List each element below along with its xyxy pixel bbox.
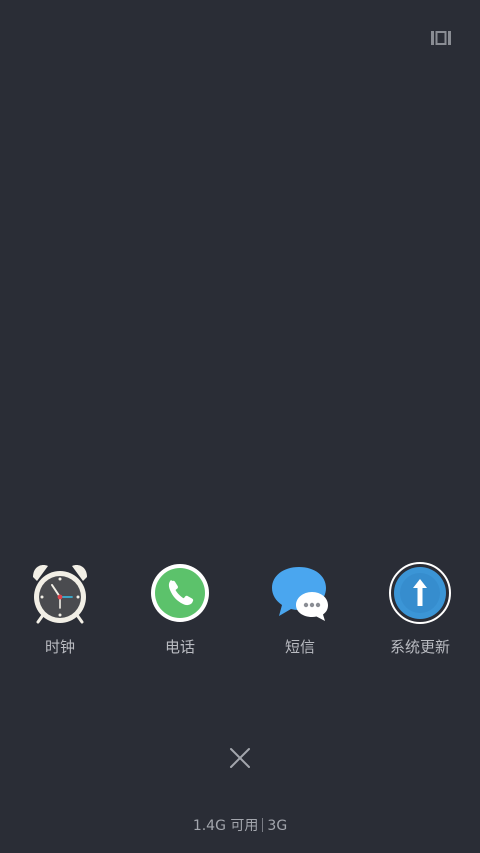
phone-icon	[147, 560, 213, 626]
app-label-messages: 短信	[284, 638, 315, 656]
app-label-system-update: 系统更新	[389, 638, 450, 656]
app-phone[interactable]: 电话	[120, 560, 240, 657]
app-clock[interactable]: 时钟	[0, 560, 120, 657]
panel-switch-icon	[431, 31, 451, 45]
recent-apps-row: 时钟 电话 短信 系统更新	[0, 560, 480, 657]
system-update-icon	[387, 560, 453, 626]
close-all-button[interactable]	[225, 743, 255, 773]
memory-status: 1.4G 可用 3G	[0, 815, 480, 835]
messages-icon	[267, 560, 333, 626]
memory-available: 1.4G 可用	[192, 818, 259, 834]
app-label-phone: 电话	[164, 638, 195, 656]
app-messages[interactable]: 短信	[240, 560, 360, 657]
network-type: 3G	[267, 818, 288, 834]
recent-apps-screen: 时钟 电话 短信 系统更新 1.4G 可用 3G	[0, 0, 480, 853]
close-icon	[230, 748, 250, 768]
app-system-update[interactable]: 系统更新	[360, 560, 480, 657]
alarm-clock-icon	[27, 560, 93, 626]
app-label-clock: 时钟	[44, 638, 75, 656]
status-divider	[262, 818, 264, 832]
layout-toggle-button[interactable]	[428, 28, 454, 48]
